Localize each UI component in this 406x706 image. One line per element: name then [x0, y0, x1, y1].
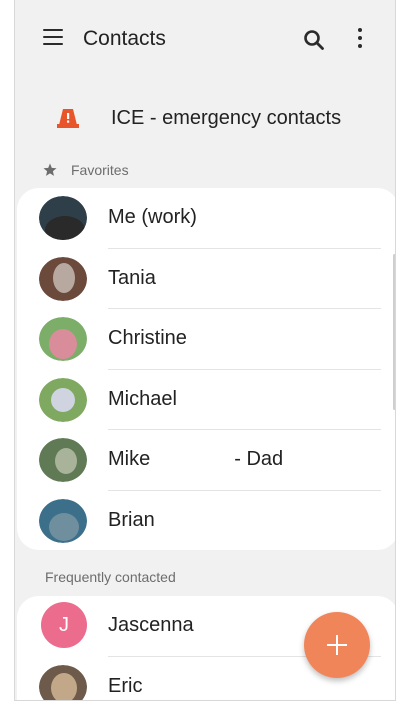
- contact-row[interactable]: Michael: [17, 370, 395, 430]
- search-icon[interactable]: [303, 29, 325, 51]
- contact-name: Brian: [108, 509, 155, 532]
- contact-name: Christine: [108, 327, 187, 350]
- avatar: J: [41, 602, 87, 648]
- contact-row[interactable]: Tania: [17, 249, 395, 309]
- warning-cone-icon: [57, 109, 79, 128]
- contact-row[interactable]: Brian: [17, 491, 395, 551]
- contact-name-suffix: - Dad: [234, 448, 284, 470]
- contact-name-text: Michael: [108, 387, 177, 410]
- avatar: [39, 664, 87, 700]
- avatar: [39, 196, 87, 240]
- contact-name-text: Brian: [108, 508, 155, 531]
- star-icon: [43, 163, 57, 176]
- avatar: [39, 438, 87, 482]
- avatar: [39, 377, 87, 422]
- contact-name: Eric: [108, 675, 142, 698]
- contact-name: Jascenna: [108, 614, 194, 637]
- avatar: [39, 256, 87, 301]
- contact-name: Mike - Dad: [108, 448, 283, 471]
- ice-emergency-contacts-row[interactable]: ICE - emergency contacts: [15, 98, 395, 142]
- contact-name-text: Christine: [108, 327, 187, 349]
- contact-name: Michael: [108, 388, 177, 411]
- favorites-list: Me (work) Tania Christine Michael Mike -…: [17, 188, 395, 551]
- contact-name-text: Me (work): [108, 206, 197, 228]
- contact-name-text: Jascenna: [108, 614, 194, 636]
- plus-icon-stroke: [336, 635, 338, 655]
- avatar: [39, 498, 87, 543]
- contact-row[interactable]: Mike - Dad: [17, 430, 395, 491]
- app-bar: Contacts: [15, 0, 395, 80]
- contact-name-text: Mike: [108, 448, 151, 470]
- contact-name: Me (work): [108, 206, 197, 229]
- favorites-label: Favorites: [71, 162, 129, 178]
- contact-name-text: Tania: [108, 266, 156, 289]
- contact-row[interactable]: Me (work): [17, 188, 395, 249]
- hamburger-menu-icon[interactable]: [43, 29, 63, 47]
- page-title: Contacts: [83, 27, 166, 50]
- add-contact-button[interactable]: [304, 612, 370, 678]
- contact-row[interactable]: Christine: [17, 309, 395, 370]
- frequently-contacted-label: Frequently contacted: [45, 569, 176, 585]
- contacts-screen: Contacts ICE - emergency contacts Favori…: [14, 0, 396, 701]
- contact-name-text: Eric: [108, 674, 143, 697]
- avatar: [39, 317, 87, 361]
- scrollbar[interactable]: [393, 254, 395, 410]
- contact-name: Tania: [108, 267, 156, 290]
- more-vertical-icon[interactable]: [357, 28, 363, 50]
- ice-label: ICE - emergency contacts: [111, 107, 342, 129]
